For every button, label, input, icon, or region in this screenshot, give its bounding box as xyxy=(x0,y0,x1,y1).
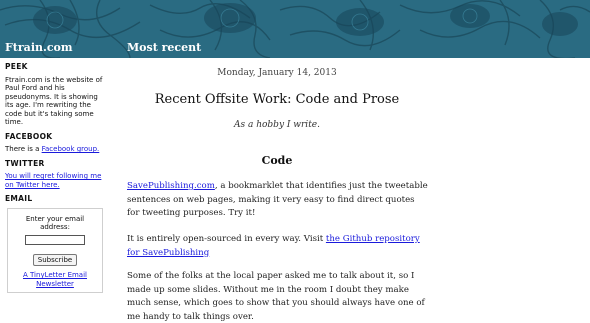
post-date: Monday, January 14, 2013 xyxy=(217,68,337,78)
peek-heading: PEEK xyxy=(5,62,28,71)
email-heading: EMAIL xyxy=(5,194,33,203)
facebook-text: There is a Facebook group. xyxy=(5,145,107,154)
site-title-link[interactable]: Ftrain.com xyxy=(5,41,73,54)
twitter-heading: TWITTER xyxy=(5,158,45,168)
paragraph-slides: Some of the folks at the local paper ask… xyxy=(127,271,425,322)
post-subtitle: As a hobby I write. xyxy=(234,120,320,130)
twitter-text: You will regret following me on Twitter … xyxy=(5,172,107,189)
twitter-block: TWITTER You will regret following me on … xyxy=(5,158,107,190)
savepublishing-link[interactable]: SavePublishing.com xyxy=(127,181,215,191)
post-title: Recent Offsite Work: Code and Prose xyxy=(154,92,400,107)
facebook-group-link[interactable]: Facebook group. xyxy=(42,145,100,153)
facebook-text-before: There is a xyxy=(5,145,42,153)
section-title: Most recent xyxy=(127,41,202,54)
email-block: EMAIL Enter your email address: Subscrib… xyxy=(5,194,107,293)
tinyletter-link[interactable]: A TinyLetter Email Newsletter xyxy=(23,271,87,288)
section-heading-code: Code xyxy=(261,154,293,167)
facebook-heading: FACEBOOK xyxy=(5,131,53,141)
paragraph-open-source: It is entirely open-sourced in every way… xyxy=(127,233,429,260)
email-input[interactable] xyxy=(25,234,85,245)
email-signup-form: Enter your email address: Subscribe A Ti… xyxy=(7,207,103,293)
twitter-link[interactable]: You will regret following me on Twitter … xyxy=(5,172,101,189)
engraving-illustration-icon xyxy=(0,0,590,58)
peek-block: PEEK Ftrain.com is the website of Paul F… xyxy=(5,62,107,127)
header-banner: Ftrain.com Most recent xyxy=(0,0,590,58)
email-prompt: Enter your email address: xyxy=(25,214,85,232)
paragraph-savepublishing: SavePublishing.com, a bookmarklet that i… xyxy=(127,180,429,221)
facebook-block: FACEBOOK There is a Facebook group. xyxy=(5,131,107,154)
paragraph-open-source-text: It is entirely open-sourced in every way… xyxy=(127,234,326,244)
subscribe-button[interactable]: Subscribe xyxy=(32,253,78,266)
peek-text: Ftrain.com is the website of Paul Ford a… xyxy=(5,75,103,127)
sidebar: PEEK Ftrain.com is the website of Paul F… xyxy=(0,58,112,323)
